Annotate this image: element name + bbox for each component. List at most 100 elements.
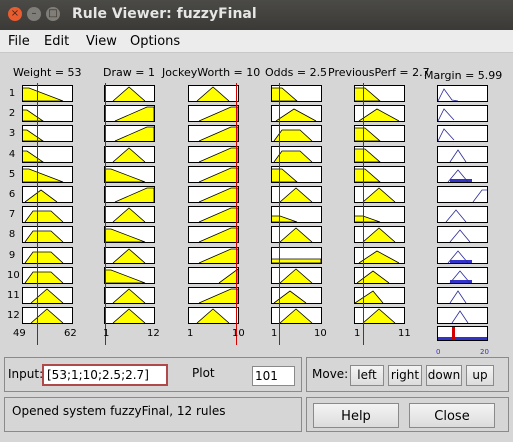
rule-5-input-3-mf[interactable] (188, 165, 239, 183)
rule-6-input-3-mf[interactable] (188, 186, 239, 203)
rule-number: 5 (8, 168, 16, 180)
rule-8-input-3-mf[interactable] (188, 226, 239, 244)
rule-9-input-1-mf[interactable] (22, 246, 73, 264)
maximize-window-button[interactable]: □ (46, 7, 60, 21)
axis-tick-label: 62 (64, 328, 77, 339)
rule-10-input-5-mf[interactable] (354, 266, 405, 284)
rule-2-input-1-mf[interactable] (22, 105, 73, 123)
rule-2-input-5-mf[interactable] (354, 105, 405, 123)
rule-10-input-1-mf[interactable] (22, 266, 73, 284)
rule-11-input-1-mf[interactable] (22, 287, 73, 304)
rule-6-input-5-mf[interactable] (354, 186, 405, 203)
rule-4-input-5-mf[interactable] (354, 145, 405, 163)
rule-3-output-mf[interactable] (437, 125, 488, 143)
rule-1-input-1-mf[interactable] (22, 85, 73, 102)
rule-9-input-2-mf[interactable] (104, 246, 155, 264)
plot-points-field[interactable] (252, 366, 295, 386)
output-min-tick: 0 (436, 348, 441, 356)
rule-12-input-5-mf[interactable] (354, 307, 405, 325)
input-3-value-line[interactable] (236, 83, 237, 345)
rule-number: 6 (8, 189, 16, 200)
rule-8-input-5-mf[interactable] (354, 226, 405, 244)
rule-6-input-2-mf[interactable] (104, 186, 155, 203)
rule-7-input-1-mf[interactable] (22, 206, 73, 224)
input-var-label-5: PreviousPerf = 2.7 (328, 66, 430, 79)
axis-tick-label: 10 (232, 328, 245, 339)
rule-4-input-2-mf[interactable] (104, 145, 155, 163)
rule-3-input-1-mf[interactable] (22, 125, 73, 143)
rule-12-output-mf[interactable] (437, 307, 488, 325)
rule-7-input-2-mf[interactable] (104, 206, 155, 224)
rule-5-input-2-mf[interactable] (104, 165, 155, 183)
rule-number: 8 (8, 229, 16, 241)
rule-6-input-1-mf[interactable] (22, 186, 73, 203)
rule-11-input-3-mf[interactable] (188, 287, 239, 304)
help-button[interactable]: Help (313, 403, 399, 428)
rule-2-input-3-mf[interactable] (188, 105, 239, 123)
close-window-button[interactable]: × (8, 7, 22, 21)
move-label: Move: (312, 367, 349, 381)
input-4-value-line[interactable] (279, 83, 280, 345)
input-field[interactable] (42, 364, 168, 386)
rule-7-input-3-mf[interactable] (188, 206, 239, 224)
rule-1-input-3-mf[interactable] (188, 85, 239, 102)
axis-tick-label: 11 (398, 328, 411, 339)
rule-10-input-3-mf[interactable] (188, 266, 239, 284)
rule-1-input-5-mf[interactable] (354, 85, 405, 102)
rule-2-output-mf[interactable] (437, 105, 488, 123)
rule-3-input-5-mf[interactable] (354, 125, 405, 143)
rule-5-input-1-mf[interactable] (22, 165, 73, 183)
rule-8-output-mf[interactable] (437, 226, 488, 244)
rule-1-input-2-mf[interactable] (104, 85, 155, 102)
rule-9-input-3-mf[interactable] (188, 246, 239, 264)
menu-edit[interactable]: Edit (44, 34, 69, 49)
rule-4-output-mf[interactable] (437, 145, 488, 163)
output-max-tick: 20 (480, 348, 489, 356)
input-1-value-line[interactable] (37, 83, 38, 345)
move-right-button[interactable]: right (388, 365, 422, 386)
aggregated-output (437, 326, 488, 341)
rule-7-output-mf[interactable] (437, 206, 488, 224)
rule-11-output-mf[interactable] (437, 287, 488, 304)
rule-1-output-mf[interactable] (437, 85, 488, 102)
rule-12-input-1-mf[interactable] (22, 307, 73, 325)
minimize-window-button[interactable]: – (27, 7, 41, 21)
rule-10-input-2-mf[interactable] (104, 266, 155, 284)
rule-10-output-mf[interactable] (437, 266, 488, 284)
move-up-button[interactable]: up (466, 365, 494, 386)
rule-12-input-2-mf[interactable] (104, 307, 155, 325)
rule-9-input-5-mf[interactable] (354, 246, 405, 264)
menu-view[interactable]: View (86, 34, 117, 49)
axis-tick-label: 1 (103, 328, 110, 339)
rule-8-input-2-mf[interactable] (104, 226, 155, 244)
rule-6-output-mf[interactable] (437, 186, 488, 203)
menu-file[interactable]: File (8, 34, 30, 49)
move-down-button[interactable]: down (426, 365, 462, 386)
input-label: Input: (8, 367, 44, 381)
rule-3-input-2-mf[interactable] (104, 125, 155, 143)
rule-4-input-3-mf[interactable] (188, 145, 239, 163)
rule-number: 9 (8, 249, 16, 261)
move-left-button[interactable]: left (350, 365, 384, 386)
output-value-line (451, 327, 455, 340)
rule-9-output-mf[interactable] (437, 246, 488, 264)
rule-3-input-3-mf[interactable] (188, 125, 239, 143)
rule-number: 12 (7, 310, 20, 322)
axis-tick-label: 10 (314, 328, 327, 339)
rule-8-input-1-mf[interactable] (22, 226, 73, 244)
rule-5-input-5-mf[interactable] (354, 165, 405, 183)
menu-options[interactable]: Options (130, 34, 180, 49)
input-var-label-3: JockeyWorth = 10 (162, 66, 261, 79)
input-var-label-1: Weight = 53 (13, 66, 82, 79)
rule-11-input-5-mf[interactable] (354, 287, 405, 304)
input-2-value-line[interactable] (105, 83, 106, 345)
rule-11-input-2-mf[interactable] (104, 287, 155, 304)
rule-7-input-5-mf[interactable] (354, 206, 405, 224)
rule-12-input-3-mf[interactable] (188, 307, 239, 325)
input-5-value-line[interactable] (363, 83, 364, 345)
rule-5-output-mf[interactable] (437, 165, 488, 183)
rule-4-input-1-mf[interactable] (22, 145, 73, 163)
close-button[interactable]: Close (409, 403, 495, 428)
rule-2-input-2-mf[interactable] (104, 105, 155, 123)
rule-number: 11 (7, 290, 20, 301)
